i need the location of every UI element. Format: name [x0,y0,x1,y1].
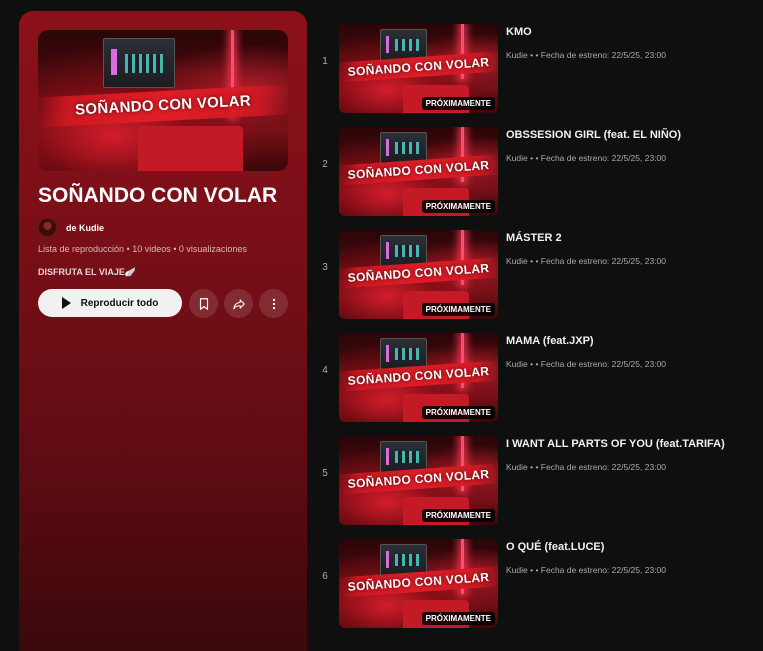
playlist-description: DISFRUTA EL VIAJE🪽 [38,267,137,277]
video-title[interactable]: KMO [506,26,532,38]
upcoming-badge: PRÓXIMAMENTE [421,406,495,419]
more-options-button[interactable] [259,289,288,318]
thumbnail-monitor [103,38,175,89]
play-all-button[interactable]: Reproducir todo [38,289,182,317]
play-all-label: Reproducir todo [80,297,159,309]
bookmark-icon [199,297,208,310]
video-meta: Kudie • • Fecha de estreno: 22/5/25, 23:… [506,153,667,163]
video-thumbnail[interactable]: SOÑANDO CON VOLAR PRÓXIMAMENTE [339,127,498,216]
upcoming-badge: PRÓXIMAMENTE [421,509,495,522]
video-index: 6 [322,571,328,582]
share-icon [232,298,245,309]
video-index: 2 [322,159,328,170]
save-playlist-button[interactable] [189,289,218,318]
playlist-video-list: 1 SOÑANDO CON VOLAR PRÓXIMAMENTE KMO Kud… [314,22,763,640]
video-meta: Kudie • • Fecha de estreno: 22/5/25, 23:… [506,565,667,575]
video-index: 1 [322,56,328,67]
upcoming-badge: PRÓXIMAMENTE [421,97,495,110]
video-title[interactable]: MAMA (feat.JXP) [506,335,594,347]
share-button[interactable] [224,289,253,318]
upcoming-badge: PRÓXIMAMENTE [421,612,495,625]
video-index: 5 [322,468,328,479]
video-title[interactable]: OBSSESION GIRL (feat. EL NIÑO) [506,129,681,141]
playlist-thumbnail[interactable]: SOÑANDO CON VOLAR [38,30,288,171]
upcoming-badge: PRÓXIMAMENTE [421,303,495,316]
video-row[interactable]: 3 SOÑANDO CON VOLAR PRÓXIMAMENTE MÁSTER … [314,228,763,331]
video-thumbnail[interactable]: SOÑANDO CON VOLAR PRÓXIMAMENTE [339,436,498,525]
more-vert-icon [272,298,275,309]
video-thumbnail[interactable]: SOÑANDO CON VOLAR PRÓXIMAMENTE [339,333,498,422]
video-title[interactable]: I WANT ALL PARTS OF YOU (feat.TARIFA) [506,438,725,450]
video-thumbnail[interactable]: SOÑANDO CON VOLAR PRÓXIMAMENTE [339,230,498,319]
playlist-meta: Lista de reproducción • 10 videos • 0 vi… [38,244,247,254]
video-index: 3 [322,262,328,273]
playlist-header-panel: SOÑANDO CON VOLAR SOÑANDO CON VOLAR de K… [19,11,307,651]
video-meta: Kudie • • Fecha de estreno: 22/5/25, 23:… [506,359,667,369]
video-row[interactable]: 4 SOÑANDO CON VOLAR PRÓXIMAMENTE MAMA (f… [314,331,763,434]
video-meta: Kudie • • Fecha de estreno: 22/5/25, 23:… [506,50,667,60]
play-icon [61,297,71,309]
playlist-title: SOÑANDO CON VOLAR [38,184,278,207]
video-row[interactable]: 6 SOÑANDO CON VOLAR PRÓXIMAMENTE O QUÉ (… [314,537,763,640]
video-index: 4 [322,365,328,376]
video-row[interactable]: 2 SOÑANDO CON VOLAR PRÓXIMAMENTE OBSSESI… [314,125,763,228]
upcoming-badge: PRÓXIMAMENTE [421,200,495,213]
playlist-owner[interactable]: de Kudie [38,218,104,237]
video-thumbnail[interactable]: SOÑANDO CON VOLAR PRÓXIMAMENTE [339,24,498,113]
owner-name[interactable]: de Kudie [66,223,104,233]
video-title[interactable]: O QUÉ (feat.LUCE) [506,541,604,553]
owner-avatar[interactable] [38,218,57,237]
video-row[interactable]: 1 SOÑANDO CON VOLAR PRÓXIMAMENTE KMO Kud… [314,22,763,125]
video-meta: Kudie • • Fecha de estreno: 22/5/25, 23:… [506,256,667,266]
thumbnail-chair [138,125,243,171]
video-title[interactable]: MÁSTER 2 [506,232,562,244]
video-meta: Kudie • • Fecha de estreno: 22/5/25, 23:… [506,462,667,472]
video-thumbnail[interactable]: SOÑANDO CON VOLAR PRÓXIMAMENTE [339,539,498,628]
video-row[interactable]: 5 SOÑANDO CON VOLAR PRÓXIMAMENTE I WANT … [314,434,763,537]
